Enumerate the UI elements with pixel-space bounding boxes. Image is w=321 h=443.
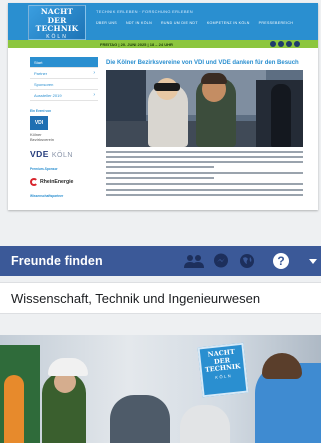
chevron-right-icon: › bbox=[93, 92, 95, 98]
nav-item[interactable]: PRESSEBEREICH bbox=[259, 21, 293, 25]
social-icon[interactable] bbox=[278, 41, 284, 47]
sponsor-name: RheinEnergie bbox=[40, 179, 74, 185]
website-nav: ÜBER UNS NDT IN KÖLN RUND UM DIE NDT KOM… bbox=[96, 21, 293, 25]
website-top-links[interactable]: TECHNIK ERLEBEN · FORSCHUNG ERLEBEN bbox=[96, 9, 193, 14]
vde-logo-mark: VDE bbox=[30, 149, 49, 159]
nav-item[interactable]: ÜBER UNS bbox=[96, 21, 117, 25]
text-line bbox=[106, 156, 303, 158]
text-line bbox=[106, 177, 215, 179]
logo-line: TECHNIK bbox=[35, 24, 79, 33]
help-icon[interactable]: ? bbox=[273, 253, 289, 269]
article-body-text bbox=[106, 151, 303, 199]
text-line bbox=[106, 183, 303, 185]
page-category-row: Wissenschaft, Technik und Ingenieurwesen bbox=[0, 282, 321, 314]
screenshot-root: NACHT DER TECHNIK KÖLN TECHNIK ERLEBEN ·… bbox=[0, 0, 321, 443]
sidebar-item-label: Partner bbox=[34, 71, 48, 76]
article-photo bbox=[106, 70, 303, 147]
text-line bbox=[106, 189, 303, 191]
messenger-icon[interactable] bbox=[213, 253, 229, 274]
page-category: Wissenschaft, Technik und Ingenieurwesen bbox=[11, 291, 261, 306]
social-icon[interactable] bbox=[294, 41, 300, 47]
rheinenergie-logo[interactable]: RheinEnergie bbox=[30, 178, 98, 186]
sidebar-item-partner[interactable]: Partner › bbox=[30, 68, 98, 79]
sidebar-item-label: Aussteller 2019 bbox=[34, 93, 62, 98]
social-icon[interactable] bbox=[270, 41, 276, 47]
social-icon[interactable] bbox=[286, 41, 292, 47]
caret-down-icon[interactable] bbox=[309, 259, 317, 264]
event-date: FREITAG | 20. JUNI 2025 | 18 – 24 UHR bbox=[100, 41, 173, 47]
nav-item[interactable]: NDT IN KÖLN bbox=[126, 21, 152, 25]
sidebar-item-sponsoren[interactable]: Sponsoren bbox=[30, 79, 98, 90]
photo-part bbox=[271, 84, 291, 147]
vdi-logo[interactable]: VDI bbox=[30, 116, 48, 130]
article-title: Die Kölner Bezirksvereine von VDI und VD… bbox=[106, 60, 299, 66]
cover-part bbox=[110, 395, 170, 443]
website-sidebar: Start Partner › Sponsoren Aussteller 201… bbox=[30, 57, 98, 198]
vdi-caption: Kölner Bezirksverein bbox=[30, 132, 98, 142]
nacht-der-technik-logo[interactable]: NACHT DER TECHNIK KÖLN bbox=[28, 5, 86, 40]
sidebar-item-aussteller[interactable]: Aussteller 2019 › bbox=[30, 90, 98, 101]
vde-logo-city: KÖLN bbox=[51, 152, 73, 159]
website-header: NACHT DER TECHNIK KÖLN TECHNIK ERLEBEN ·… bbox=[8, 3, 318, 40]
find-friends-link[interactable]: Freunde finden bbox=[11, 254, 103, 268]
facebook-top-bar: Freunde finden ? bbox=[0, 246, 321, 276]
friends-icon[interactable] bbox=[183, 254, 205, 273]
text-line bbox=[106, 194, 303, 196]
vde-logo[interactable]: VDE KÖLN bbox=[30, 149, 98, 159]
website-screenshot: NACHT DER TECHNIK KÖLN TECHNIK ERLEBEN ·… bbox=[8, 3, 318, 210]
rheinenergie-swirl-icon bbox=[30, 178, 38, 186]
partner-section-label: Ein Event von bbox=[30, 109, 52, 113]
sidebar-item-label: Sponsoren bbox=[34, 82, 54, 87]
vr-headset-shape bbox=[154, 83, 180, 91]
globe-icon[interactable] bbox=[239, 253, 255, 274]
text-line bbox=[106, 151, 303, 153]
sponsor-section-label: Premium-Sponsor bbox=[30, 167, 58, 171]
nav-item[interactable]: RUND UM DIE NDT bbox=[161, 21, 198, 25]
text-line bbox=[106, 161, 303, 163]
photo-part bbox=[201, 73, 227, 84]
text-line bbox=[106, 166, 215, 168]
cover-part bbox=[4, 375, 24, 443]
logo-city: KÖLN bbox=[46, 33, 68, 40]
cover-part bbox=[180, 405, 230, 443]
nav-item[interactable]: KOMPETENZ IN KÖLN bbox=[207, 21, 250, 25]
sidebar-item-label: Start bbox=[34, 60, 43, 65]
chef-hat-shape bbox=[48, 358, 88, 376]
event-date-bar: FREITAG | 20. JUNI 2025 | 18 – 24 UHR bbox=[8, 40, 318, 48]
social-icons bbox=[270, 41, 300, 47]
text-line bbox=[106, 172, 303, 174]
science-partner-label: Wissenschaftspartner bbox=[30, 194, 64, 198]
sidebar-item-start[interactable]: Start bbox=[30, 57, 98, 68]
cover-photo[interactable]: NACHT DER TECHNIK KÖLN bbox=[0, 335, 321, 443]
chevron-right-icon: › bbox=[93, 70, 95, 76]
vdi-caption-line: Bezirksverein bbox=[30, 137, 55, 142]
event-poster: NACHT DER TECHNIK KÖLN bbox=[197, 342, 249, 398]
